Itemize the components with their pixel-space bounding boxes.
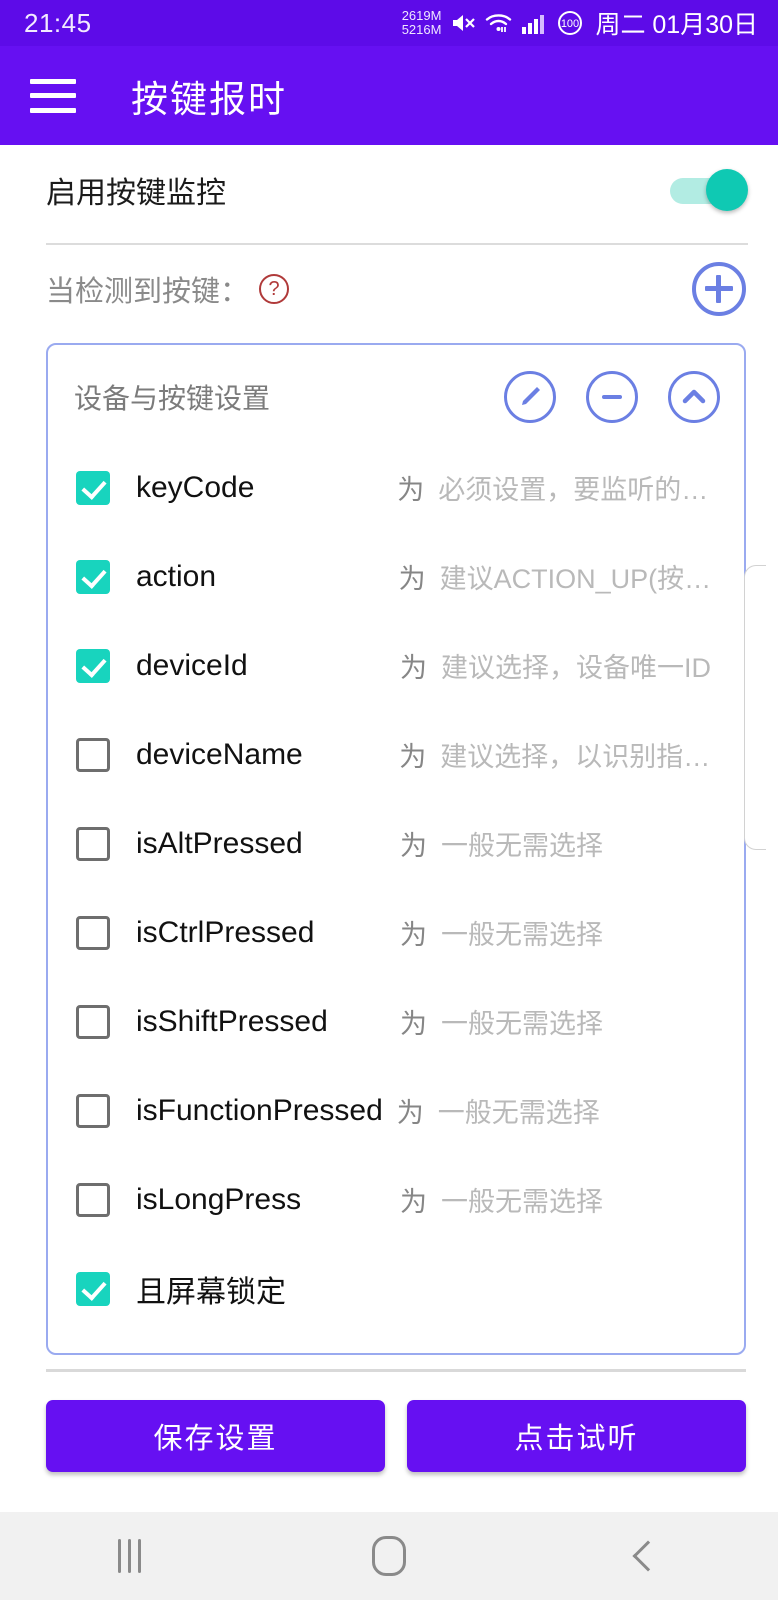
key-condition-row[interactable]: deviceName 为建议选择，以识别指定... — [48, 710, 744, 799]
cellular-signal-icon — [521, 11, 547, 35]
enable-monitor-switch[interactable] — [670, 169, 748, 211]
key-condition-row[interactable]: isShiftPressed 为一般无需选择 — [48, 977, 744, 1066]
checkbox-action[interactable] — [76, 559, 110, 594]
checkbox-keyCode[interactable] — [76, 470, 110, 505]
checkbox-isFunctionPressed[interactable] — [76, 1093, 110, 1128]
device-key-settings-card: 设备与按键设置 keyCode 为必须设置，要监听的按键 action 为建议ACTI… — [46, 343, 746, 1355]
key-condition-row[interactable]: isLongPress 为一般无需选择 — [48, 1155, 744, 1244]
checkbox-deviceId[interactable] — [76, 648, 110, 683]
status-date: 周二 01月30日 — [595, 11, 758, 39]
key-condition-row[interactable]: isFunctionPressed 为一般无需选择 — [48, 1066, 744, 1155]
detect-key-label: 当检测到按键： — [46, 276, 250, 308]
key-name-label: deviceId — [136, 648, 248, 682]
memory-total: 5216M — [401, 22, 442, 37]
separator-word: 为 — [400, 1187, 427, 1217]
mute-icon — [450, 11, 476, 35]
key-condition-list: keyCode 为必须设置，要监听的按键 action 为建议ACTION_UP(按键… — [48, 427, 744, 1244]
enable-monitor-label: 启用按键监控 — [46, 177, 226, 210]
key-name-label: keyCode — [136, 470, 255, 504]
screen-lock-row[interactable]: 且屏幕锁定 — [48, 1244, 744, 1333]
memory-indicator: 2619M 5216M — [402, 9, 442, 36]
checkbox-isLongPress[interactable] — [76, 1182, 110, 1217]
checkbox-isCtrlPressed[interactable] — [76, 915, 110, 950]
status-clock: 21:45 — [24, 7, 92, 38]
separator-word: 为 — [396, 1098, 424, 1128]
memory-used: 2619M — [401, 8, 442, 24]
status-icons: 2619M 5216M 100 周二 01月30日 — [402, 5, 758, 41]
separator-word: 为 — [399, 742, 427, 772]
battery-icon: 100 — [556, 9, 584, 37]
switch-thumb — [706, 169, 748, 211]
key-condition-row[interactable]: action 为建议ACTION_UP(按键... — [48, 532, 744, 621]
edit-icon[interactable] — [504, 371, 556, 423]
plus-circle-icon[interactable] — [692, 262, 746, 316]
card-header: 设备与按键设置 — [48, 367, 744, 427]
page-title: 按键报时 — [131, 78, 287, 120]
checkbox-deviceName[interactable] — [76, 737, 110, 772]
app-bar: 按键报时 — [0, 46, 778, 145]
key-condition-row[interactable]: isAltPressed 为一般无需选择 — [48, 799, 744, 888]
svg-text:100: 100 — [561, 18, 579, 30]
key-name-label: isFunctionPressed — [136, 1093, 383, 1127]
minus-icon[interactable] — [586, 371, 638, 423]
main-content: 启用按键监控 当检测到按键： ? 设备与按键设置 keyCode 为 必须设置，… — [0, 145, 778, 1512]
enable-monitor-row[interactable]: 启用按键监控 — [0, 145, 778, 235]
screen-lock-checkbox[interactable] — [76, 1271, 110, 1306]
detect-key-row: 当检测到按键： ? — [0, 245, 778, 333]
key-condition-row[interactable]: keyCode 为必须设置，要监听的按键 — [48, 443, 744, 532]
key-hint-text: 一般无需选择 — [441, 1187, 603, 1217]
key-hint-text: 一般无需选择 — [437, 1098, 600, 1128]
key-name-label: isLongPress — [136, 1182, 302, 1216]
scrollbar[interactable] — [744, 565, 766, 850]
key-hint-text: 建议选择，设备唯一ID — [441, 653, 711, 683]
hamburger-menu-icon[interactable] — [30, 78, 76, 113]
save-settings-button[interactable]: 保存设置 — [46, 1400, 385, 1472]
android-nav-bar — [0, 1512, 778, 1600]
card-actions — [504, 371, 720, 423]
wifi-icon — [485, 11, 512, 35]
separator-word: 为 — [400, 831, 427, 861]
home-icon[interactable] — [329, 1536, 449, 1576]
key-hint-text: 一般无需选择 — [441, 831, 603, 861]
separator-word: 为 — [400, 653, 427, 683]
key-hint-text: 一般无需选择 — [441, 920, 603, 950]
recents-icon[interactable] — [70, 1539, 190, 1573]
separator-word: 为 — [400, 920, 427, 950]
separator-word: 为 — [400, 1009, 427, 1039]
key-hint-text: 建议ACTION_UP(按键... — [439, 564, 732, 594]
action-buttons: 保存设置 点击试听 — [0, 1372, 778, 1472]
preview-audio-button[interactable]: 点击试听 — [407, 1400, 746, 1472]
separator-word: 为 — [397, 475, 425, 505]
back-icon[interactable] — [588, 1540, 708, 1572]
key-name-label: isAltPressed — [136, 826, 303, 860]
key-hint-text: 一般无需选择 — [441, 1009, 603, 1039]
chevron-up-icon[interactable] — [668, 371, 720, 423]
key-name-label: isShiftPressed — [136, 1004, 328, 1038]
key-name-label: action — [136, 559, 217, 593]
question-mark-icon[interactable]: ? — [259, 274, 290, 304]
key-condition-row[interactable]: deviceId 为建议选择，设备唯一ID — [48, 621, 744, 710]
phone-screen: 21:45 2619M 5216M 100 周二 01月30日 按键报时 启用按… — [0, 0, 778, 1600]
checkbox-isShiftPressed[interactable] — [76, 1004, 110, 1039]
card-title: 设备与按键设置 — [74, 383, 271, 414]
key-name-label: deviceName — [136, 737, 303, 771]
status-bar: 21:45 2619M 5216M 100 周二 01月30日 — [0, 0, 778, 46]
key-hint-text: 必须设置，要监听的按键 — [438, 475, 732, 505]
key-hint-text: 建议选择，以识别指定... — [440, 742, 732, 772]
key-name-label: isCtrlPressed — [136, 915, 315, 949]
key-condition-row[interactable]: isCtrlPressed 为一般无需选择 — [48, 888, 744, 977]
separator-word: 为 — [398, 564, 426, 594]
checkbox-isAltPressed[interactable] — [76, 826, 110, 861]
screen-lock-label: 且屏幕锁定 — [136, 1275, 286, 1309]
